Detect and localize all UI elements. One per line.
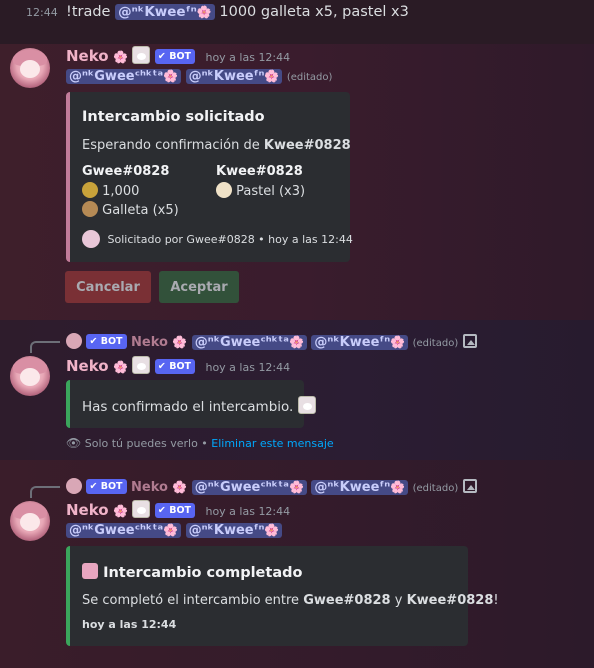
trade-complete-embed: Intercambio completado Se completó el in… <box>66 546 499 646</box>
embed-description: Se completó el intercambio entre Gwee#08… <box>82 593 499 608</box>
message-time: hoy a las 12:44 <box>205 505 291 518</box>
reply-line <box>30 341 60 353</box>
command-message: !trade @ⁿᵏKweeᶠⁿ🌸 1000 galleta x5, paste… <box>66 4 409 20</box>
cancel-button[interactable]: Cancelar <box>65 271 151 303</box>
image-icon <box>462 479 477 493</box>
username[interactable]: Neko <box>66 357 109 375</box>
reply-preview[interactable]: ✔ BOT Neko 🌸 @ⁿᵏGweeᶜʰᵏᵗᵃ🌸 @ⁿᵏKweeᶠⁿ🌸 (e… <box>66 478 477 495</box>
confirmation-embed: Has confirmado el intercambio. <box>66 380 316 428</box>
bot-badge: ✔ BOT <box>86 479 127 494</box>
mentions-row: @ⁿᵏGweeᶜʰᵏᵗᵃ🌸 @ⁿᵏKweeᶠⁿ🌸 (editado) <box>66 68 332 84</box>
gift-icon <box>82 563 98 579</box>
flower-icon: 🌸 <box>113 360 129 374</box>
flower-icon: 🌸 <box>113 504 129 518</box>
bot-badge: ✔ BOT <box>86 334 127 349</box>
user-mention[interactable]: @ⁿᵏGweeᶜʰᵏᵗᵃ🌸 <box>66 69 182 84</box>
reply-avatar-icon <box>66 333 82 349</box>
field-name: Kwee#0828 <box>216 164 303 179</box>
reply-username[interactable]: Neko <box>131 480 168 495</box>
flower-icon: 🌸 <box>172 335 188 349</box>
bot-badge: ✔ BOT <box>154 503 196 518</box>
embed-title: Intercambio solicitado <box>82 109 265 125</box>
message-time: hoy a las 12:44 <box>205 51 291 64</box>
username[interactable]: Neko <box>66 47 109 65</box>
embed-description: Has confirmado el intercambio. <box>82 396 316 415</box>
embed-title: Intercambio completado <box>82 563 302 581</box>
footer-avatar-icon <box>82 230 100 248</box>
edited-label: (editado) <box>412 483 459 494</box>
mentions-row: @ⁿᵏGweeᶜʰᵏᵗᵃ🌸 @ⁿᵏKweeᶠⁿ🌸 <box>66 522 283 538</box>
cat-emoji-icon <box>132 46 151 64</box>
reply-line <box>30 486 60 498</box>
ephemeral-note: 👁 Solo tú puedes verlo • Eliminar este m… <box>66 436 334 450</box>
command-text: !trade <box>66 4 111 20</box>
username[interactable]: Neko <box>66 501 109 519</box>
coin-icon <box>82 182 98 198</box>
flower-icon: 🌸 <box>172 480 188 494</box>
reply-username[interactable]: Neko <box>131 335 168 350</box>
user-mention[interactable]: @ⁿᵏGweeᶜʰᵏᵗᵃ🌸 <box>191 335 307 350</box>
flower-icon: 🌸 <box>113 50 129 64</box>
trade-request-embed: Intercambio solicitado Esperando confirm… <box>66 92 353 262</box>
reply-avatar-icon <box>66 478 82 494</box>
cookie-icon <box>82 201 98 217</box>
user-mention[interactable]: @ⁿᵏKweeᶠⁿ🌸 <box>185 523 283 538</box>
cat-emoji-icon <box>297 396 316 414</box>
bot-badge: ✔ BOT <box>154 49 196 64</box>
user-mention[interactable]: @ⁿᵏKweeᶠⁿ🌸 <box>311 480 409 495</box>
field-request: Kwee#0828 Pastel (x3) <box>216 164 306 199</box>
image-icon <box>462 334 477 348</box>
avatar[interactable] <box>10 48 50 88</box>
edited-label: (editado) <box>286 72 333 83</box>
cat-emoji-icon <box>132 356 151 374</box>
command-args: 1000 galleta x5, pastel x3 <box>219 4 409 20</box>
message-header: Neko 🌸 ✔ BOT hoy a las 12:44 <box>66 46 290 65</box>
avatar[interactable] <box>10 501 50 541</box>
embed-footer: Solicitado por Gwee#0828 • hoy a las 12:… <box>82 230 353 248</box>
user-mention[interactable]: @ⁿᵏKweeᶠⁿ🌸 <box>115 4 215 20</box>
accept-button[interactable]: Aceptar <box>159 271 239 303</box>
field-offer: Gwee#0828 1,000 Galleta (x5) <box>82 164 179 218</box>
message-header: Neko 🌸 ✔ BOT hoy a las 12:44 <box>66 356 290 375</box>
cat-emoji-icon <box>132 500 151 518</box>
user-mention[interactable]: @ⁿᵏGweeᶜʰᵏᵗᵃ🌸 <box>191 480 307 495</box>
eye-icon: 👁 <box>66 436 82 450</box>
command-timestamp: 12:44 <box>26 6 58 19</box>
avatar[interactable] <box>10 356 50 396</box>
field-name: Gwee#0828 <box>82 164 170 179</box>
embed-footer: hoy a las 12:44 <box>82 618 177 631</box>
cake-icon <box>216 182 232 198</box>
bot-badge: ✔ BOT <box>154 359 196 374</box>
message-time: hoy a las 12:44 <box>205 361 291 374</box>
user-mention[interactable]: @ⁿᵏGweeᶜʰᵏᵗᵃ🌸 <box>66 523 182 538</box>
reply-preview[interactable]: ✔ BOT Neko 🌸 @ⁿᵏGweeᶜʰᵏᵗᵃ🌸 @ⁿᵏKweeᶠⁿ🌸 (e… <box>66 333 477 350</box>
user-mention[interactable]: @ⁿᵏKweeᶠⁿ🌸 <box>185 69 283 84</box>
delete-message-link[interactable]: Eliminar este mensaje <box>211 437 333 450</box>
embed-description: Esperando confirmación de Kwee#0828 <box>82 138 351 153</box>
edited-label: (editado) <box>412 338 459 349</box>
message-header: Neko 🌸 ✔ BOT hoy a las 12:44 <box>66 500 290 519</box>
user-mention[interactable]: @ⁿᵏKweeᶠⁿ🌸 <box>311 335 409 350</box>
